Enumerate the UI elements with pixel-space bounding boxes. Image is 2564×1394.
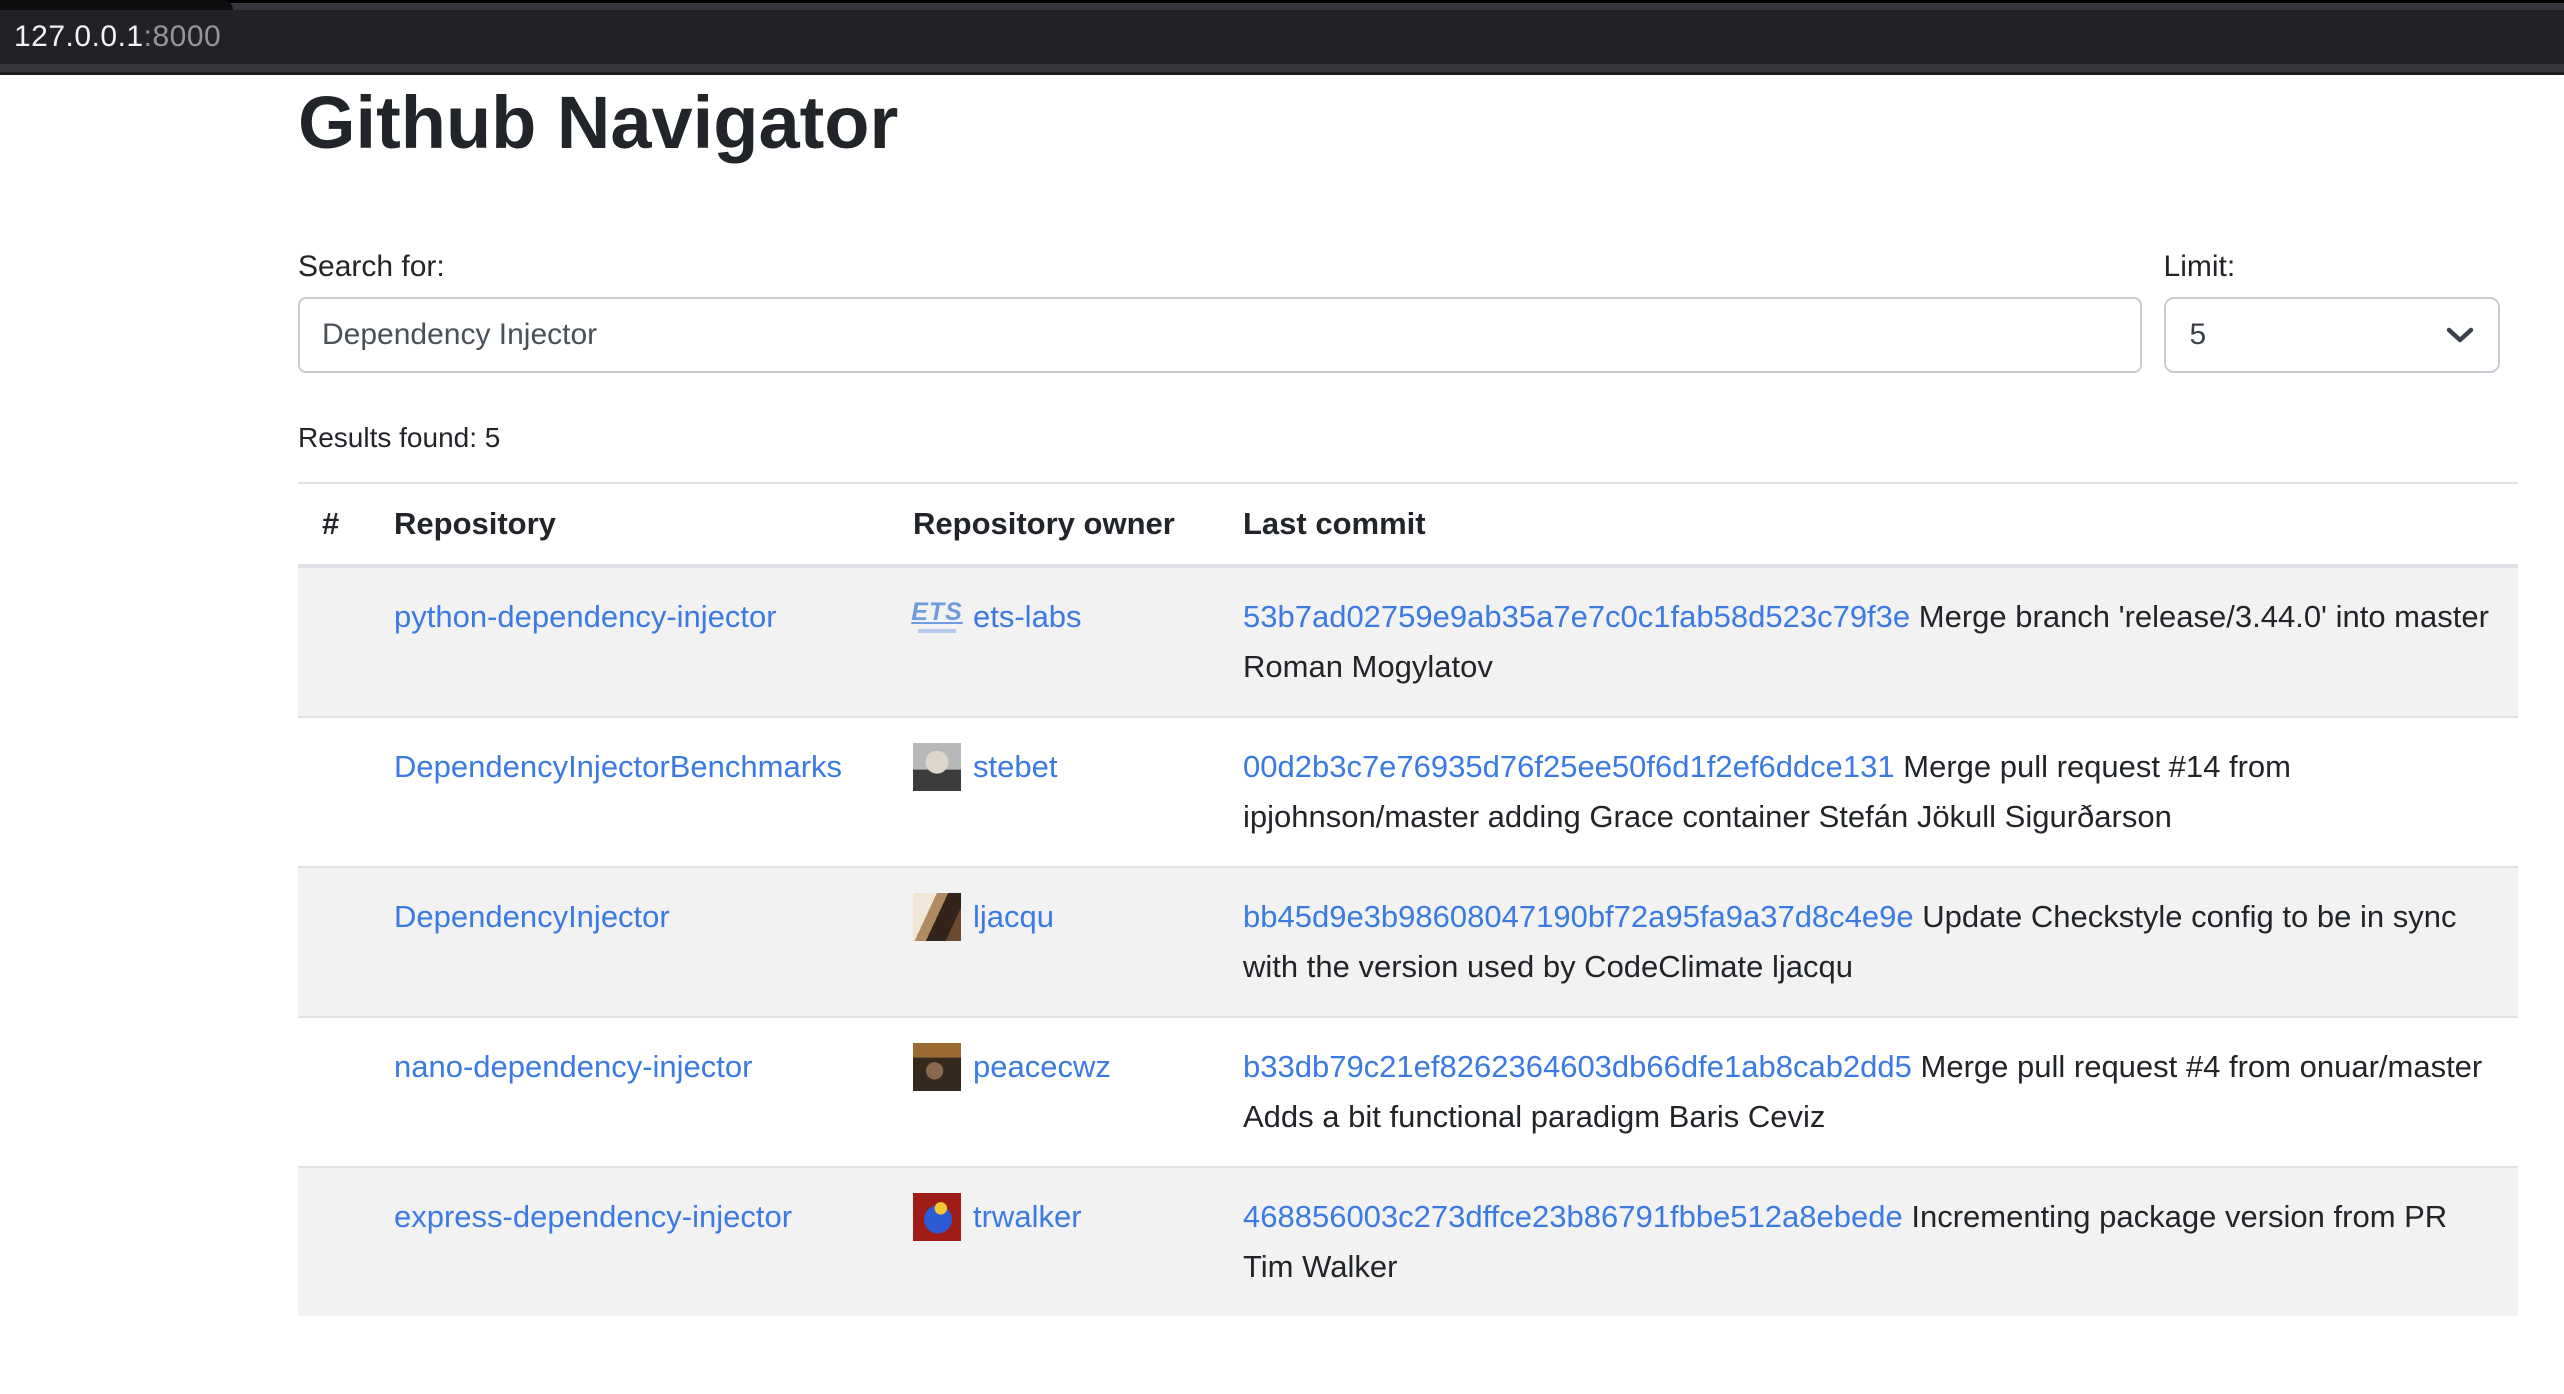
row-index-cell xyxy=(298,717,370,867)
row-index-cell xyxy=(298,867,370,1017)
search-label: Search for: xyxy=(298,249,2142,284)
owner-avatar: ETS xyxy=(913,593,961,641)
commit-author: Tim Walker xyxy=(1243,1249,1397,1284)
owner-cell: peacecwz xyxy=(889,1017,1219,1167)
limit-field-group: Limit: 5 xyxy=(2164,249,2518,373)
search-field-group: Search for: xyxy=(298,249,2142,373)
owner-cell: trwalker xyxy=(889,1167,1219,1316)
table-row: express-dependency-injector trwalker 468… xyxy=(298,1167,2518,1316)
header-repository: Repository xyxy=(370,483,889,566)
results-table-body: python-dependency-injector ETS ets-labs … xyxy=(298,566,2518,1316)
page-title: Github Navigator xyxy=(298,79,2518,168)
commit-author: Stefán Jökull Sigurðarson xyxy=(1819,799,2172,834)
commit-cell: 468856003c273dffce23b86791fbbe512a8ebede… xyxy=(1219,1167,2518,1316)
owner-link[interactable]: stebet xyxy=(973,742,1057,792)
commit-author: ljacqu xyxy=(1772,949,1853,984)
owner-link[interactable]: trwalker xyxy=(973,1192,1082,1242)
owner-cell: ETS ets-labs xyxy=(889,566,1219,717)
commit-hash-link[interactable]: 53b7ad02759e9ab35a7e7c0c1fab58d523c79f3e xyxy=(1243,599,1910,634)
table-header-row: # Repository Repository owner Last commi… xyxy=(298,483,2518,566)
browser-tab-strip xyxy=(0,0,2564,10)
results-count: Results found: 5 xyxy=(298,421,2518,454)
repository-cell: DependencyInjectorBenchmarks xyxy=(370,717,889,867)
header-index: # xyxy=(298,483,370,566)
repository-link[interactable]: express-dependency-injector xyxy=(394,1199,792,1234)
commit-cell: bb45d9e3b98608047190bf72a95fa9a37d8c4e9e… xyxy=(1219,867,2518,1017)
address-bar-port: :8000 xyxy=(144,20,222,54)
browser-tab-corner xyxy=(0,0,233,10)
owner-link[interactable]: ets-labs xyxy=(973,592,1082,642)
repository-cell: DependencyInjector xyxy=(370,867,889,1017)
owner-wrap: peacecwz xyxy=(913,1042,1195,1092)
commit-cell: 00d2b3c7e76935d76f25ee50f6d1f2ef6ddce131… xyxy=(1219,717,2518,867)
address-bar[interactable]: 127.0.0.1:8000 xyxy=(0,10,2564,64)
repository-link[interactable]: DependencyInjectorBenchmarks xyxy=(394,749,842,784)
owner-cell: ljacqu xyxy=(889,867,1219,1017)
commit-hash-link[interactable]: 00d2b3c7e76935d76f25ee50f6d1f2ef6ddce131 xyxy=(1243,749,1895,784)
limit-select[interactable]: 5 xyxy=(2164,297,2500,373)
owner-wrap: stebet xyxy=(913,742,1195,792)
owner-wrap: ETS ets-labs xyxy=(913,592,1195,642)
repository-cell: express-dependency-injector xyxy=(370,1167,889,1316)
limit-label: Limit: xyxy=(2164,249,2518,284)
limit-select-value: 5 xyxy=(2190,318,2446,352)
commit-hash-link[interactable]: bb45d9e3b98608047190bf72a95fa9a37d8c4e9e xyxy=(1243,899,1914,934)
owner-avatar xyxy=(913,1193,961,1241)
table-row: python-dependency-injector ETS ets-labs … xyxy=(298,566,2518,717)
owner-cell: stebet xyxy=(889,717,1219,867)
table-row: DependencyInjector ljacqu bb45d9e3b98608… xyxy=(298,867,2518,1017)
owner-avatar xyxy=(913,1043,961,1091)
header-owner: Repository owner xyxy=(889,483,1219,566)
header-last-commit: Last commit xyxy=(1219,483,2518,566)
results-table: # Repository Repository owner Last commi… xyxy=(298,482,2518,1316)
repository-link[interactable]: nano-dependency-injector xyxy=(394,1049,752,1084)
browser-toolbar-divider xyxy=(0,72,2564,75)
row-index-cell xyxy=(298,1017,370,1167)
commit-author: Roman Mogylatov xyxy=(1243,649,1493,684)
address-bar-host: 127.0.0.1 xyxy=(14,20,144,54)
row-index-cell xyxy=(298,1167,370,1316)
chevron-down-icon xyxy=(2446,326,2474,344)
page-content: Github Navigator Search for: Limit: 5 Re… xyxy=(0,75,2564,1316)
repository-cell: python-dependency-injector xyxy=(370,566,889,717)
browser-chrome: 127.0.0.1:8000 xyxy=(0,0,2564,75)
owner-wrap: ljacqu xyxy=(913,892,1195,942)
commit-author: Baris Ceviz xyxy=(1669,1099,1826,1134)
owner-avatar xyxy=(913,743,961,791)
commit-cell: 53b7ad02759e9ab35a7e7c0c1fab58d523c79f3e… xyxy=(1219,566,2518,717)
commit-cell: b33db79c21ef8262364603db66dfe1ab8cab2dd5… xyxy=(1219,1017,2518,1167)
commit-message: Merge branch 'release/3.44.0' into maste… xyxy=(1919,599,2489,634)
table-row: nano-dependency-injector peacecwz b33db7… xyxy=(298,1017,2518,1167)
owner-avatar xyxy=(913,893,961,941)
commit-hash-link[interactable]: 468856003c273dffce23b86791fbbe512a8ebede xyxy=(1243,1199,1903,1234)
repository-cell: nano-dependency-injector xyxy=(370,1017,889,1167)
search-form: Search for: Limit: 5 xyxy=(298,249,2518,373)
commit-hash-link[interactable]: b33db79c21ef8262364603db66dfe1ab8cab2dd5 xyxy=(1243,1049,1912,1084)
search-input[interactable] xyxy=(298,297,2142,373)
repository-link[interactable]: python-dependency-injector xyxy=(394,599,777,634)
owner-avatar-label: ETS xyxy=(911,600,963,625)
commit-message: Incrementing package version from PR xyxy=(1911,1199,2447,1234)
table-row: DependencyInjectorBenchmarks stebet 00d2… xyxy=(298,717,2518,867)
owner-wrap: trwalker xyxy=(913,1192,1195,1242)
row-index-cell xyxy=(298,566,370,717)
owner-link[interactable]: peacecwz xyxy=(973,1042,1111,1092)
owner-link[interactable]: ljacqu xyxy=(973,892,1054,942)
repository-link[interactable]: DependencyInjector xyxy=(394,899,670,934)
browser-toolbar-strip xyxy=(0,64,2564,72)
